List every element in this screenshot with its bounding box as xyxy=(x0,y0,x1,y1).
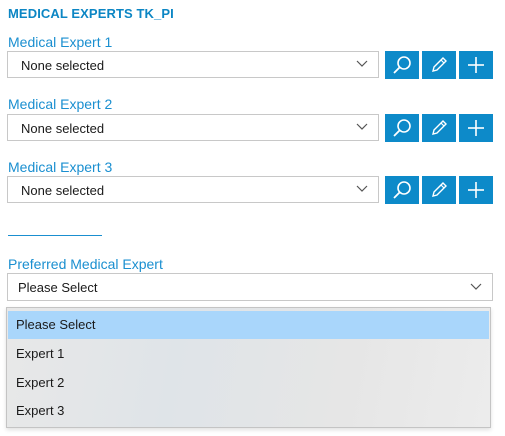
dropdown-option-expert-3[interactable]: Expert 3 xyxy=(8,397,489,425)
chevron-down-icon xyxy=(470,283,482,290)
dropdown-option-expert-1[interactable]: Expert 1 xyxy=(8,340,489,368)
dropdown-option-please-select[interactable]: Please Select xyxy=(8,311,489,339)
medical-expert-1-value: None selected xyxy=(21,58,105,73)
divider xyxy=(8,235,102,236)
medical-expert-1-label: Medical Expert 1 xyxy=(8,34,113,50)
medical-expert-2-select[interactable]: None selected xyxy=(7,114,379,141)
medical-expert-3-label: Medical Expert 3 xyxy=(8,159,113,175)
section-title: MEDICAL EXPERTS TK_PI xyxy=(8,6,174,21)
preferred-expert-select[interactable]: Please Select xyxy=(7,273,493,301)
preferred-expert-label: Preferred Medical Expert xyxy=(8,256,163,272)
pencil-icon xyxy=(432,182,447,197)
search-icon xyxy=(393,56,411,74)
plus-icon xyxy=(468,120,484,136)
pencil-icon xyxy=(432,57,447,72)
search-icon xyxy=(393,181,411,199)
chevron-down-icon xyxy=(356,123,368,130)
chevron-down-icon xyxy=(356,60,368,67)
medical-expert-1-select[interactable]: None selected xyxy=(7,51,379,78)
medical-expert-2-label: Medical Expert 2 xyxy=(8,96,113,112)
medical-expert-2-search-button[interactable] xyxy=(385,114,419,142)
medical-expert-2-add-button[interactable] xyxy=(459,114,493,142)
plus-icon xyxy=(468,57,484,73)
medical-expert-1-search-button[interactable] xyxy=(385,51,419,79)
chevron-down-icon xyxy=(356,185,368,192)
plus-icon xyxy=(468,182,484,198)
pencil-icon xyxy=(432,120,447,135)
medical-expert-2-value: None selected xyxy=(21,121,105,136)
medical-expert-3-select[interactable]: None selected xyxy=(7,176,379,203)
preferred-expert-dropdown: Please Select Expert 1 Expert 2 Expert 3 xyxy=(6,307,491,428)
medical-expert-1-add-button[interactable] xyxy=(459,51,493,79)
dropdown-option-expert-2[interactable]: Expert 2 xyxy=(8,369,489,397)
preferred-expert-value: Please Select xyxy=(18,280,98,295)
medical-expert-3-value: None selected xyxy=(21,183,105,198)
medical-expert-3-search-button[interactable] xyxy=(385,176,419,204)
medical-expert-3-edit-button[interactable] xyxy=(422,176,456,204)
medical-expert-2-edit-button[interactable] xyxy=(422,114,456,142)
search-icon xyxy=(393,119,411,137)
medical-expert-1-edit-button[interactable] xyxy=(422,51,456,79)
medical-expert-3-add-button[interactable] xyxy=(459,176,493,204)
